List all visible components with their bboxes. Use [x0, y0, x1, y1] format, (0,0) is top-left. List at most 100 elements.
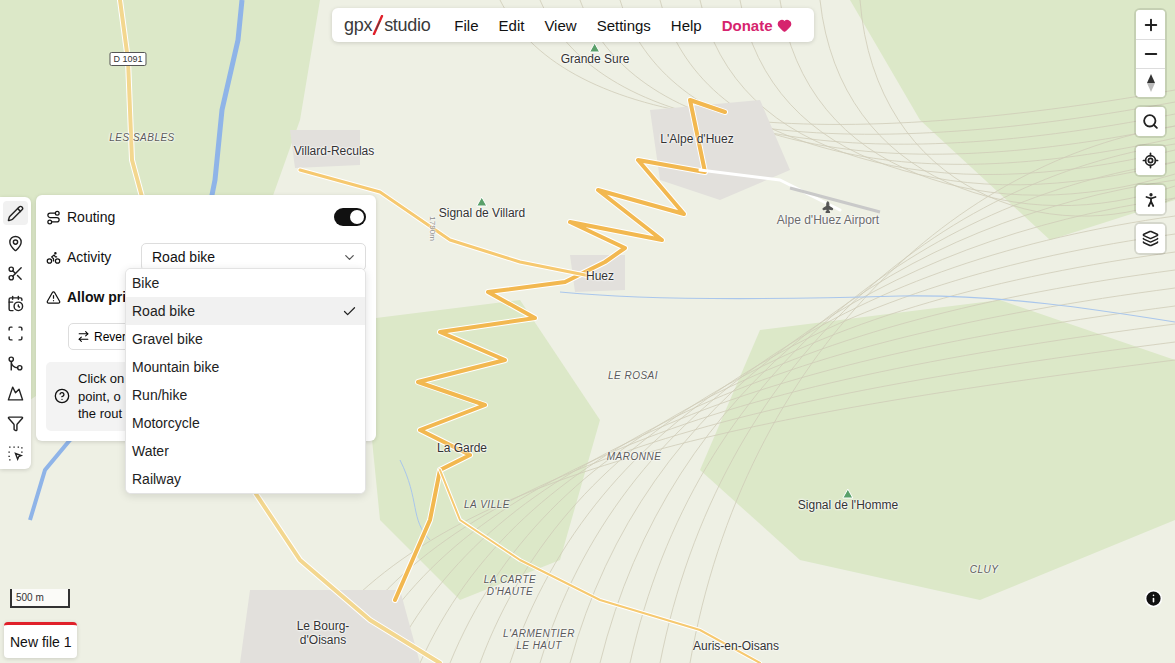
map-pin-icon — [7, 235, 24, 252]
help-icon — [54, 388, 70, 404]
activity-option[interactable]: Mountain bike — [126, 353, 365, 381]
map-label: Huez — [586, 270, 614, 284]
activity-row: ActivityRoad bike — [46, 243, 366, 271]
merge-icon — [7, 355, 24, 372]
select-icon — [7, 445, 24, 462]
menu-item[interactable]: Settings — [589, 13, 659, 38]
logo-slash-icon — [372, 15, 384, 35]
tool-button[interactable] — [3, 231, 28, 255]
menu-item[interactable]: File — [446, 13, 486, 38]
map-label: 1790m — [427, 216, 436, 240]
donate-button[interactable]: Donate — [714, 13, 800, 38]
activity-option[interactable]: Railway — [126, 465, 365, 493]
tool-bar — [0, 197, 31, 469]
roads — [120, 0, 840, 663]
info-icon — [1144, 589, 1163, 608]
menu-bar: gpxstudio FileEditViewSettingsHelpDonate — [332, 8, 814, 42]
scan-icon — [7, 325, 24, 342]
peak-icon — [476, 196, 488, 207]
routing-row: Routing — [46, 203, 366, 231]
street-view-button[interactable] — [1136, 185, 1165, 214]
runway — [790, 188, 880, 212]
map-controls — [1136, 10, 1165, 253]
app: D 1091 LES SABLES Villard-Reculas Grande Su… — [0, 0, 1175, 663]
search-button[interactable] — [1136, 107, 1165, 136]
menu-item[interactable]: View — [536, 13, 584, 38]
activity-option[interactable]: Bike — [126, 269, 365, 297]
routing-toggle[interactable] — [334, 208, 366, 226]
map-label: Auris-en-Oisans — [693, 640, 779, 654]
map-label: L'Alpe d'Huez — [660, 133, 733, 147]
attribution-button[interactable] — [1143, 588, 1163, 608]
tool-button[interactable] — [3, 441, 28, 465]
tool-button[interactable] — [3, 321, 28, 345]
layers-control — [1136, 224, 1165, 253]
file-tab[interactable]: New file 1 — [4, 622, 77, 658]
warning-icon — [46, 290, 61, 305]
road-shield: D 1091 — [109, 52, 146, 66]
activity-option[interactable]: Road bike — [126, 297, 365, 325]
toggle-knob — [350, 210, 364, 224]
map-label: La Garde — [437, 442, 487, 456]
tool-button[interactable] — [3, 411, 28, 435]
menu-item[interactable]: Help — [663, 13, 710, 38]
activity-option[interactable]: Run/hike — [126, 381, 365, 409]
locate-control — [1136, 146, 1165, 175]
calendar-clock-icon — [7, 295, 24, 312]
chevron-down-icon — [342, 250, 357, 265]
street-view-control — [1136, 185, 1165, 214]
plus-icon — [1142, 16, 1160, 34]
contours — [300, 0, 1175, 663]
zoom-out-button[interactable] — [1136, 39, 1165, 68]
activity-option[interactable]: Gravel bike — [126, 325, 365, 353]
map-label: MARONNE — [607, 451, 662, 463]
layers-icon — [1142, 230, 1159, 247]
map-label: Signal de l'Homme — [798, 488, 898, 513]
tool-button[interactable] — [3, 261, 28, 285]
person-icon — [1142, 191, 1160, 209]
map-label: LA VILLE — [464, 499, 510, 511]
compass-icon — [1145, 73, 1157, 93]
tool-button[interactable] — [3, 291, 28, 315]
pencil-icon — [7, 205, 24, 222]
zoom-controls — [1136, 10, 1165, 97]
map-label: Grande Sure — [561, 42, 630, 67]
map-label: LE ROSAI — [608, 370, 658, 382]
route-icon — [46, 210, 61, 225]
peak-icon — [842, 488, 854, 499]
map-label: Le Bourg-d'Oisans — [297, 620, 350, 648]
compass-button[interactable] — [1136, 68, 1165, 97]
map-label: LES SABLES — [109, 132, 175, 144]
scissors-icon — [7, 265, 24, 282]
activity-option[interactable]: Water — [126, 437, 365, 465]
minus-icon — [1142, 45, 1160, 63]
map-label: Alpe d'Huez Airport — [777, 202, 879, 228]
layers-button[interactable] — [1136, 224, 1165, 253]
locate-button[interactable] — [1136, 146, 1165, 175]
map-label: CLUY — [970, 564, 999, 576]
filter-icon — [7, 415, 24, 432]
map-label: Signal de Villard — [439, 196, 526, 221]
peak-icon — [589, 42, 601, 53]
logo: gpxstudio — [344, 15, 430, 36]
map-label: Villard-Reculas — [294, 145, 374, 159]
map-label: L'ARMENTIERLE HAUT — [503, 628, 575, 651]
activity-dropdown: BikeRoad bikeGravel bikeMountain bikeRun… — [125, 268, 366, 494]
mountain-icon — [7, 385, 24, 402]
activity-option[interactable]: Motorcycle — [126, 409, 365, 437]
bike-icon — [46, 250, 61, 265]
rivers — [30, 0, 1175, 540]
search-icon — [1142, 113, 1159, 130]
scale-bar: 500 m — [10, 589, 70, 608]
map-label: LA CARTED'HAUTE — [484, 574, 536, 597]
menu-item[interactable]: Edit — [491, 13, 533, 38]
reverse-icon — [77, 330, 90, 343]
tool-button[interactable] — [3, 381, 28, 405]
tool-button[interactable] — [3, 351, 28, 375]
heart-icon — [777, 18, 792, 33]
activity-select[interactable]: Road bike — [141, 243, 366, 271]
check-icon — [342, 304, 357, 319]
tool-button[interactable] — [3, 201, 28, 225]
locate-icon — [1142, 152, 1159, 169]
zoom-in-button[interactable] — [1136, 10, 1165, 39]
